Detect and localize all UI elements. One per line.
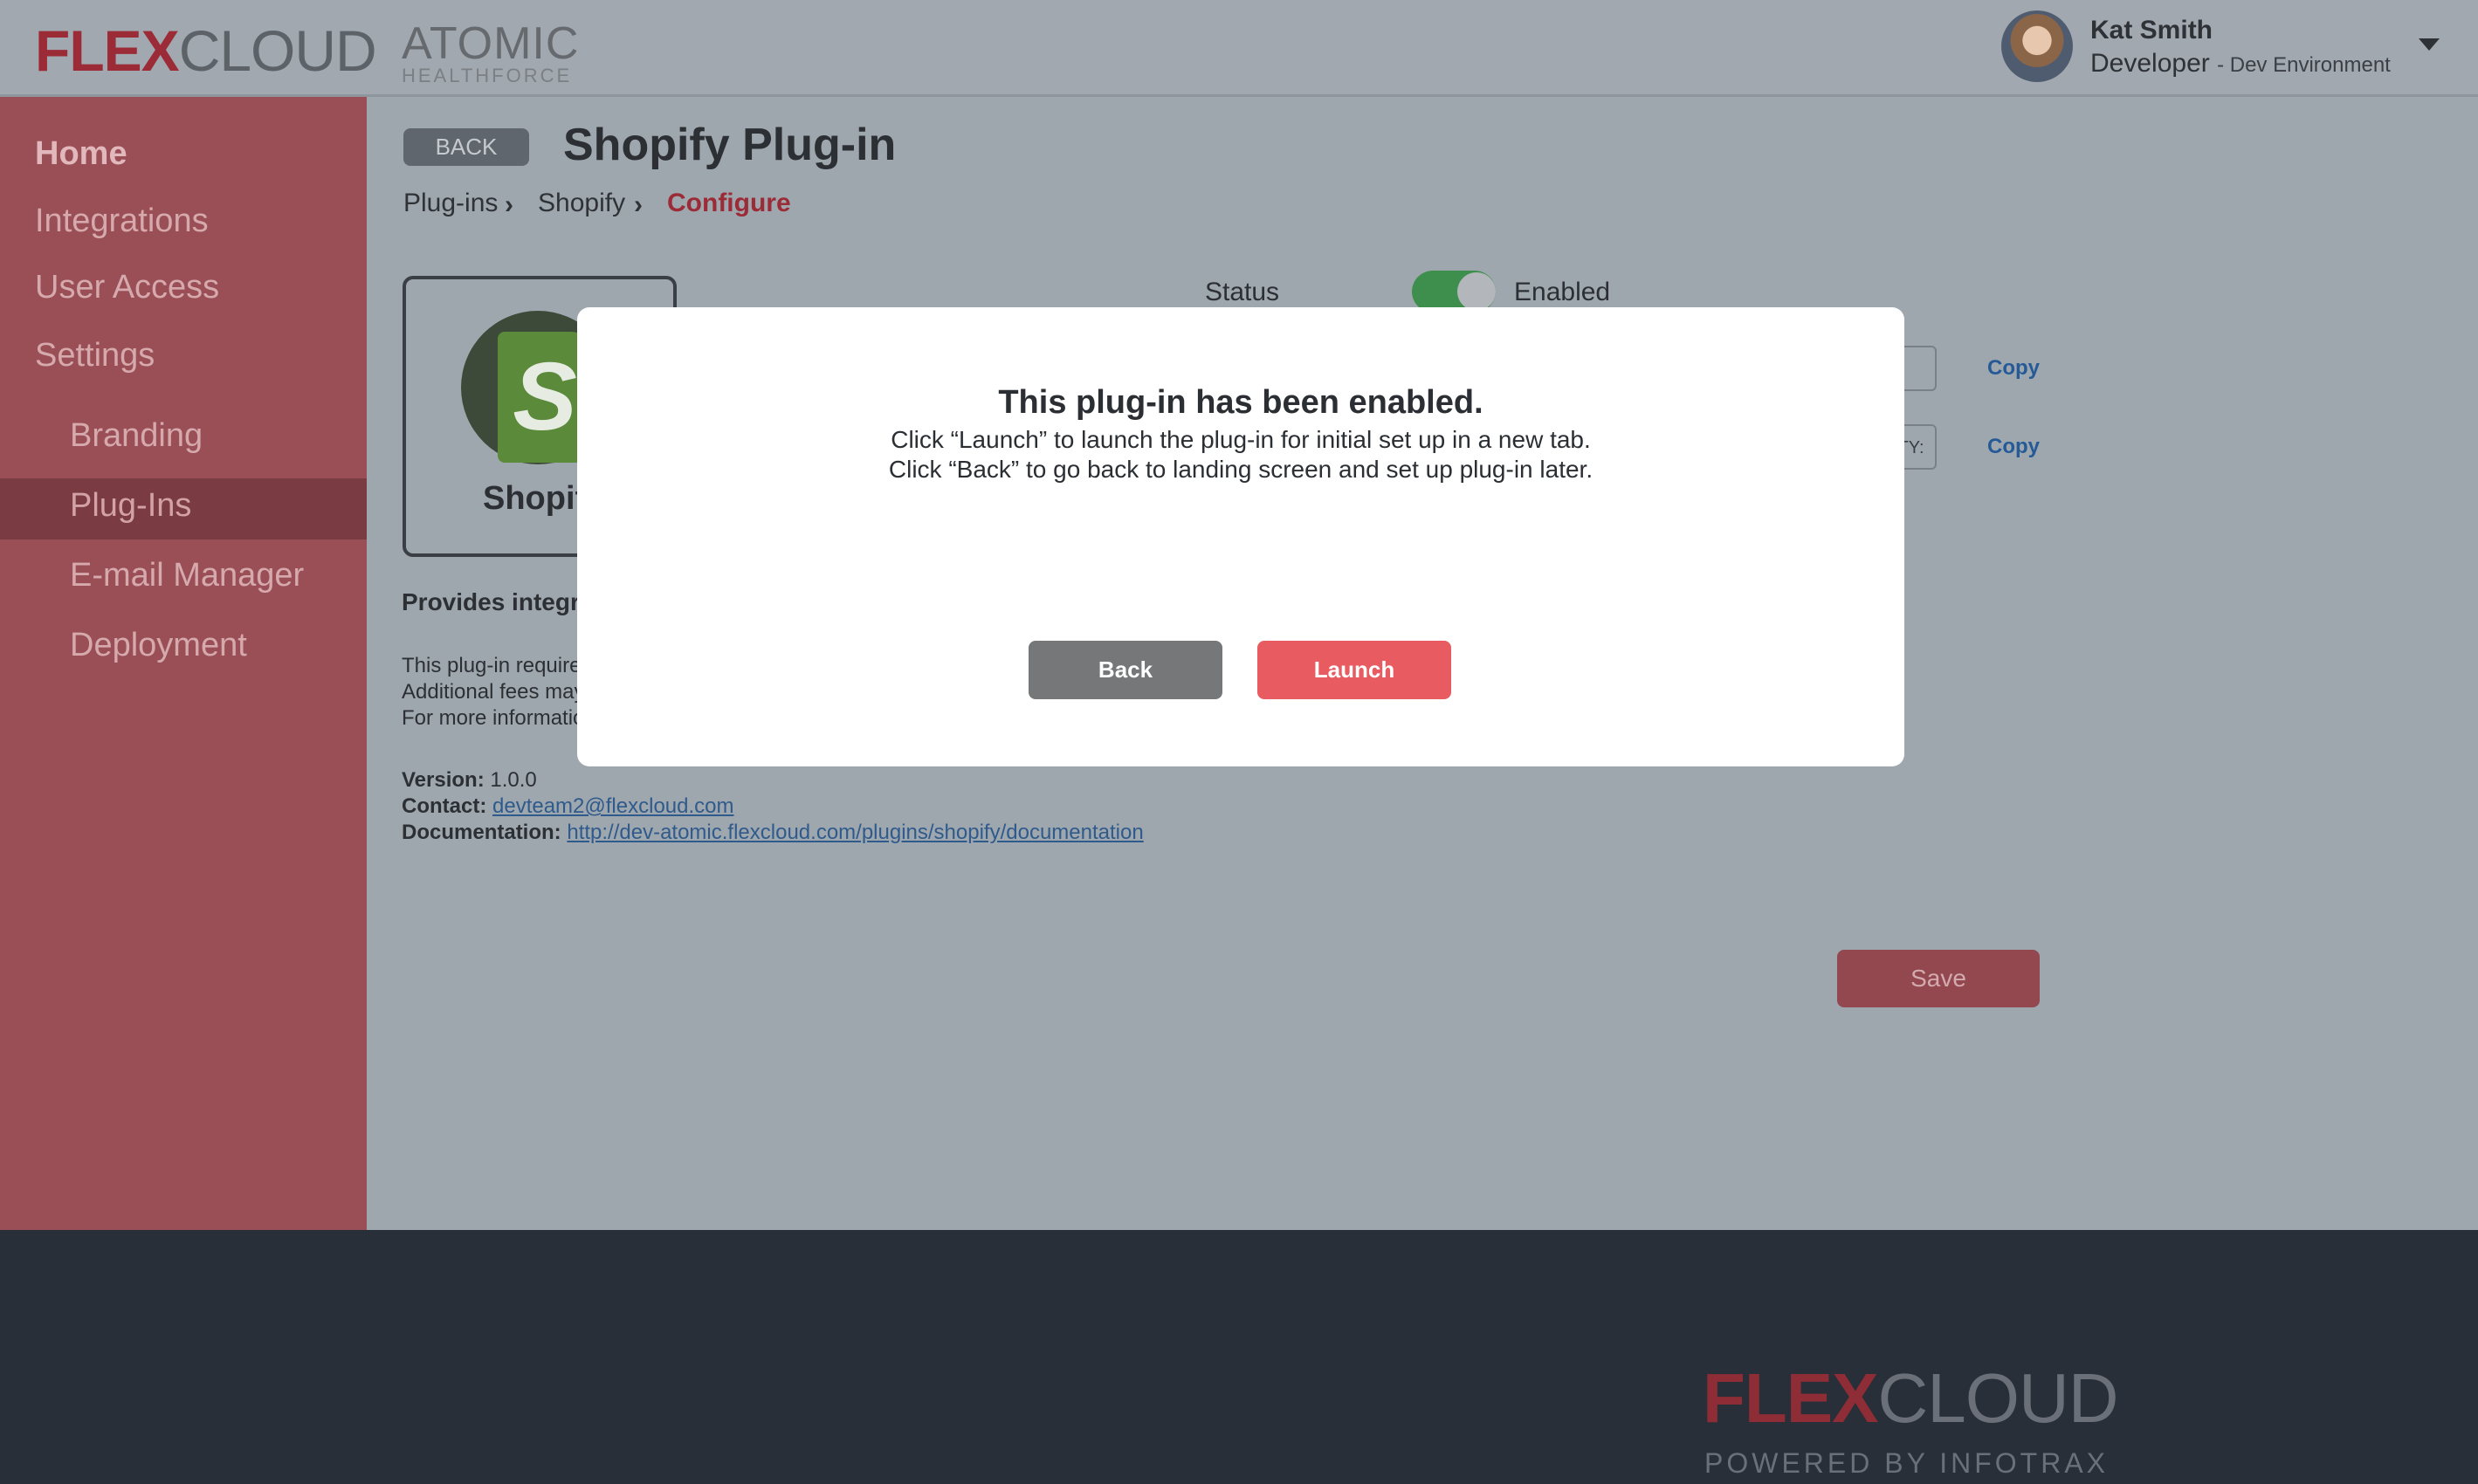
- avatar[interactable]: [2001, 10, 2073, 82]
- status-label: Status: [1205, 278, 1280, 306]
- footer-logo-flex-text: FLEX: [1703, 1359, 1878, 1437]
- powered-by-text: POWERED BY INFOTRAX: [1704, 1447, 2110, 1479]
- version-row: Version: 1.0.0: [402, 768, 537, 793]
- copy-button-1[interactable]: Copy: [1987, 356, 2040, 381]
- chevron-right-icon: ›: [634, 190, 643, 219]
- sidebar-item-email-manager[interactable]: E-mail Manager: [70, 557, 304, 594]
- modal-title: This plug-in has been enabled.: [998, 384, 1483, 421]
- logo-flex-text: FLEX: [35, 18, 180, 83]
- sidebar-item-settings[interactable]: Settings: [35, 337, 155, 374]
- description-line: For more informatio: [402, 706, 585, 730]
- copy-button-2[interactable]: Copy: [1987, 435, 2040, 459]
- documentation-label: Documentation:: [402, 821, 561, 844]
- sidebar-item-user-access[interactable]: User Access: [35, 269, 219, 306]
- contact-email-link[interactable]: devteam2@flexcloud.com: [492, 794, 734, 818]
- description-heading: Provides integra: [402, 588, 594, 615]
- status-value: Enabled: [1514, 278, 1611, 306]
- sidebar-item-branding[interactable]: Branding: [70, 417, 203, 455]
- modal-message-line-1: Click “Launch” to launch the plug-in for…: [891, 426, 1591, 453]
- contact-row: Contact: devteam2@flexcloud.com: [402, 794, 734, 819]
- footer: [0, 1230, 2478, 1484]
- logo-cloud-text: CLOUD: [178, 18, 377, 83]
- modal-launch-button[interactable]: Launch: [1257, 641, 1451, 699]
- user-environment: - Dev Environment: [2217, 53, 2391, 77]
- documentation-link[interactable]: http://dev-atomic.flexcloud.com/plugins/…: [567, 821, 1143, 844]
- client-logo-name: ATOMIC: [402, 18, 580, 69]
- save-button[interactable]: Save: [1837, 950, 2040, 1007]
- page-title: Shopify Plug-in: [563, 120, 897, 170]
- footer-logo-cloud-text: CLOUD: [1877, 1359, 2118, 1437]
- status-toggle-knob[interactable]: [1457, 272, 1496, 311]
- chevron-right-icon: ›: [505, 190, 513, 219]
- chevron-down-icon[interactable]: [2419, 38, 2440, 51]
- plugin-enabled-modal: [577, 307, 1904, 766]
- client-logo: ATOMIC HEALTHFORCE: [402, 21, 579, 86]
- back-button[interactable]: BACK: [403, 128, 529, 166]
- breadcrumb-plug-ins[interactable]: Plug-ins: [403, 189, 498, 218]
- flexcloud-logo[interactable]: FLEXCLOUD: [35, 17, 377, 84]
- description-line: This plug-in require: [402, 654, 582, 677]
- documentation-row: Documentation: http://dev-atomic.flexclo…: [402, 821, 1144, 845]
- sidebar-item-home[interactable]: Home: [35, 135, 127, 173]
- footer-flexcloud-logo: FLEXCLOUD: [1703, 1358, 2119, 1439]
- breadcrumb-shopify[interactable]: Shopify: [538, 189, 625, 218]
- sidebar-item-deployment[interactable]: Deployment: [70, 627, 247, 664]
- sidebar-item-integrations[interactable]: Integrations: [35, 203, 209, 240]
- contact-label: Contact:: [402, 794, 487, 818]
- version-value: 1.0.0: [490, 768, 537, 792]
- description-line: Additional fees may: [402, 680, 585, 704]
- sidebar-item-plug-ins[interactable]: Plug-Ins: [70, 487, 191, 525]
- user-role: Developer: [2090, 49, 2210, 78]
- user-role-line: Developer - Dev Environment: [2090, 49, 2391, 79]
- user-name: Kat Smith: [2090, 16, 2213, 45]
- modal-message-line-2: Click “Back” to go back to landing scree…: [888, 456, 1593, 483]
- client-logo-subtitle: HEALTHFORCE: [402, 65, 573, 86]
- version-label: Version:: [402, 768, 485, 792]
- modal-back-button[interactable]: Back: [1029, 641, 1222, 699]
- breadcrumb-configure: Configure: [667, 189, 791, 217]
